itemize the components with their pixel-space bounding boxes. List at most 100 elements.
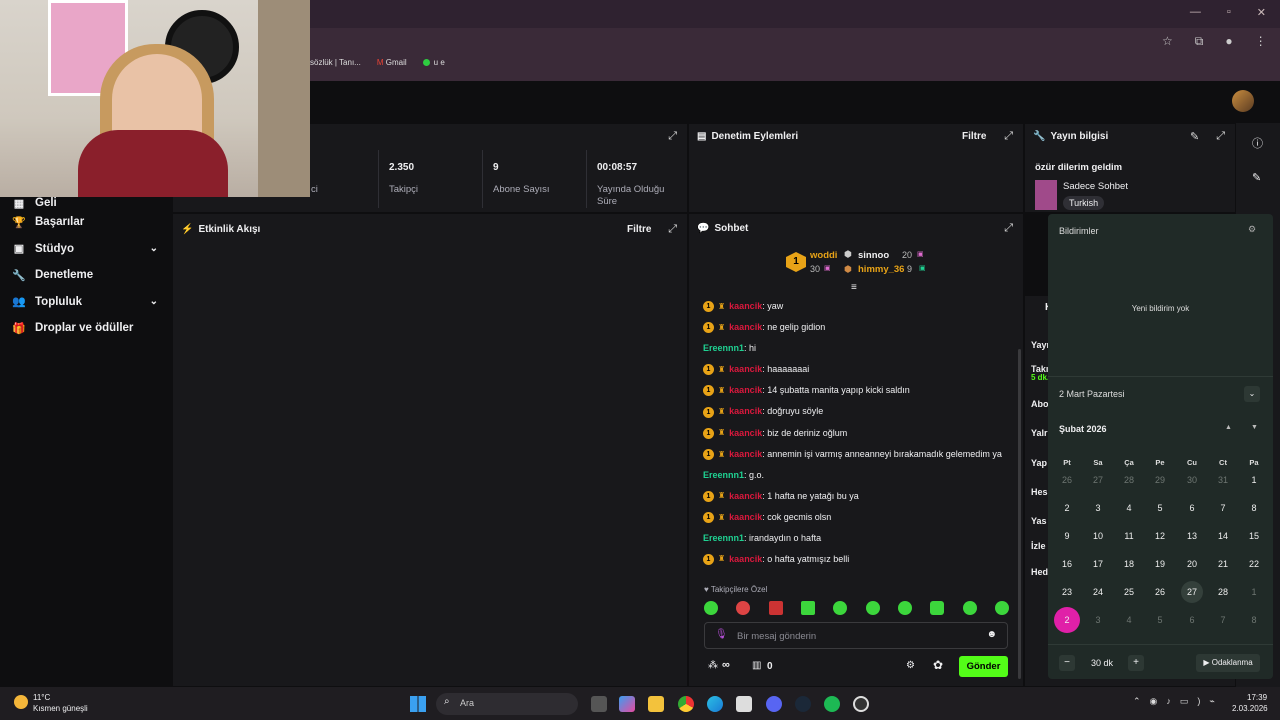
bookmark-gmail[interactable]: M Gmail	[377, 58, 407, 67]
discord-icon[interactable]	[766, 696, 782, 712]
calendar-day[interactable]: 11	[1118, 525, 1140, 547]
calendar-day[interactable]: 13	[1181, 525, 1203, 547]
expand-icon[interactable]: ⤢	[1004, 130, 1013, 143]
calendar-day[interactable]: 4	[1118, 497, 1140, 519]
emote-icon[interactable]	[833, 601, 848, 615]
tray-icons[interactable]: ⌃◉♪▭)⌁	[1133, 696, 1224, 707]
emote-icon[interactable]	[865, 601, 880, 615]
calendar-day[interactable]: 2	[1056, 497, 1078, 519]
calendar-day[interactable]: 8	[1243, 609, 1265, 631]
gear-icon[interactable]: ⚙	[906, 660, 915, 671]
filter-button[interactable]: Filtre	[627, 224, 651, 235]
sidebar-item-studyo[interactable]: ▣ Stüdyo ⌄	[0, 236, 172, 263]
obs-icon[interactable]	[853, 696, 869, 712]
calendar-day[interactable]: 31	[1212, 469, 1234, 491]
chrome-icon[interactable]	[678, 696, 694, 712]
calendar-day[interactable]: 12	[1149, 525, 1171, 547]
start-icon[interactable]	[410, 696, 426, 712]
edit-icon[interactable]: ✎	[1190, 130, 1199, 143]
calendar-day[interactable]: 26	[1149, 581, 1171, 603]
collapse-icon[interactable]: ≡	[851, 282, 857, 293]
edge-icon[interactable]	[707, 696, 723, 712]
calendar-day[interactable]: 19	[1149, 553, 1171, 575]
bookmark-ue[interactable]: u e	[422, 58, 445, 67]
calendar-day[interactable]: 6	[1181, 609, 1203, 631]
info-icon[interactable]: ⓘ	[1252, 135, 1263, 151]
star-icon[interactable]: ☆	[1162, 34, 1173, 49]
chat-username[interactable]: Ereennn1	[703, 343, 744, 353]
profile-icon[interactable]: ●	[1225, 34, 1232, 49]
avatar[interactable]	[1232, 90, 1254, 112]
calendar-day[interactable]: 14	[1212, 525, 1234, 547]
weather-icon[interactable]	[14, 695, 28, 709]
sidebar-item-denetleme[interactable]: 🔧 Denetleme	[0, 262, 172, 289]
calendar-day[interactable]: 22	[1243, 553, 1265, 575]
calendar-day[interactable]: 27	[1181, 581, 1203, 603]
calendar-day[interactable]: 5	[1149, 609, 1171, 631]
chat-username[interactable]: kaancik	[729, 491, 762, 501]
calendar-day[interactable]: 3	[1087, 609, 1109, 631]
calendar-day[interactable]: 30	[1181, 469, 1203, 491]
bookmark-sozluk[interactable]: sözlük | Tanı...	[310, 58, 361, 67]
calendar-day[interactable]: 18	[1118, 553, 1140, 575]
calendar-day[interactable]: 29	[1149, 469, 1171, 491]
explorer-icon[interactable]	[648, 696, 664, 712]
chat-username[interactable]: kaancik	[729, 449, 762, 459]
calendar-day[interactable]: 1	[1243, 581, 1265, 603]
expand-icon[interactable]: ⤢	[668, 130, 677, 143]
chat-username[interactable]: kaancik	[729, 364, 762, 374]
emote-icon[interactable]	[962, 601, 977, 615]
calendar-day[interactable]: 15	[1243, 525, 1265, 547]
minus-button[interactable]: −	[1059, 655, 1075, 671]
scrollbar[interactable]	[1018, 349, 1021, 679]
date-select[interactable]: 2 Mart Pazartesi	[1059, 389, 1125, 399]
sidebar-item-topluluk[interactable]: 👥 Topluluk ⌄	[0, 289, 172, 316]
calendar-day[interactable]: 3	[1087, 497, 1109, 519]
emoji-icon[interactable]: ☻	[986, 629, 997, 640]
expand-icon[interactable]: ⤢	[668, 223, 677, 236]
menu-icon[interactable]: ⋮	[1255, 34, 1267, 49]
extensions-icon[interactable]: ⧉	[1195, 34, 1204, 49]
leader-name[interactable]: himmy_36	[858, 264, 904, 275]
sidebar-item-droplar[interactable]: 🎁 Droplar ve ödüller	[0, 315, 172, 342]
calendar-day[interactable]: 28	[1212, 581, 1234, 603]
chat-username[interactable]: Ereennn1	[703, 470, 744, 480]
store-icon[interactable]	[736, 696, 752, 712]
calendar-day[interactable]: 23	[1056, 581, 1078, 603]
chevron-down-icon[interactable]: ⌄	[150, 243, 158, 254]
calendar-day[interactable]: 16	[1056, 553, 1078, 575]
leader-name[interactable]: sinnoo	[858, 250, 889, 261]
calendar-day[interactable]: 28	[1118, 469, 1140, 491]
calendar-day[interactable]: 8	[1243, 497, 1265, 519]
leader-name[interactable]: woddi	[810, 250, 837, 261]
calendar-day[interactable]: 9	[1056, 525, 1078, 547]
store-icon[interactable]: ▥	[752, 660, 761, 671]
settings-icon[interactable]: ⚙	[1248, 224, 1256, 235]
calendar-day[interactable]: 6	[1181, 497, 1203, 519]
calendar-day[interactable]: 2	[1054, 607, 1080, 633]
search-box[interactable]	[436, 693, 578, 715]
emote-icon[interactable]	[736, 601, 751, 615]
calendar-day[interactable]: 20	[1181, 553, 1203, 575]
chat-username[interactable]: kaancik	[729, 406, 762, 416]
chat-username[interactable]: kaancik	[729, 322, 762, 332]
expand-icon[interactable]: ⤢	[1004, 222, 1013, 235]
chat-username[interactable]: Ereennn1	[703, 533, 744, 543]
emote-icon[interactable]	[704, 601, 718, 615]
calendar-day[interactable]: 7	[1212, 609, 1234, 631]
emote-icon[interactable]	[897, 601, 912, 615]
chat-username[interactable]: kaancik	[729, 301, 762, 311]
chevron-down-icon[interactable]: ⌄	[1244, 386, 1260, 402]
sidebar-item-basarilar[interactable]: 🏆 Başarılar	[0, 209, 172, 236]
calendar-day[interactable]: 25	[1118, 581, 1140, 603]
calendar-day[interactable]: 21	[1212, 553, 1234, 575]
calendar-day[interactable]: 7	[1212, 497, 1234, 519]
chat-input[interactable]: 🎙 Bir mesaj gönderin ☻	[704, 622, 1008, 649]
send-button[interactable]: Gönder	[959, 656, 1008, 677]
focus-button[interactable]: ▶ Odaklanma	[1196, 654, 1260, 672]
calendar-day[interactable]: 10	[1087, 525, 1109, 547]
calendar-day[interactable]: 27	[1087, 469, 1109, 491]
calendar-day[interactable]: 1	[1243, 469, 1265, 491]
chat-username[interactable]: kaancik	[729, 385, 762, 395]
emote-icon[interactable]	[930, 601, 945, 615]
